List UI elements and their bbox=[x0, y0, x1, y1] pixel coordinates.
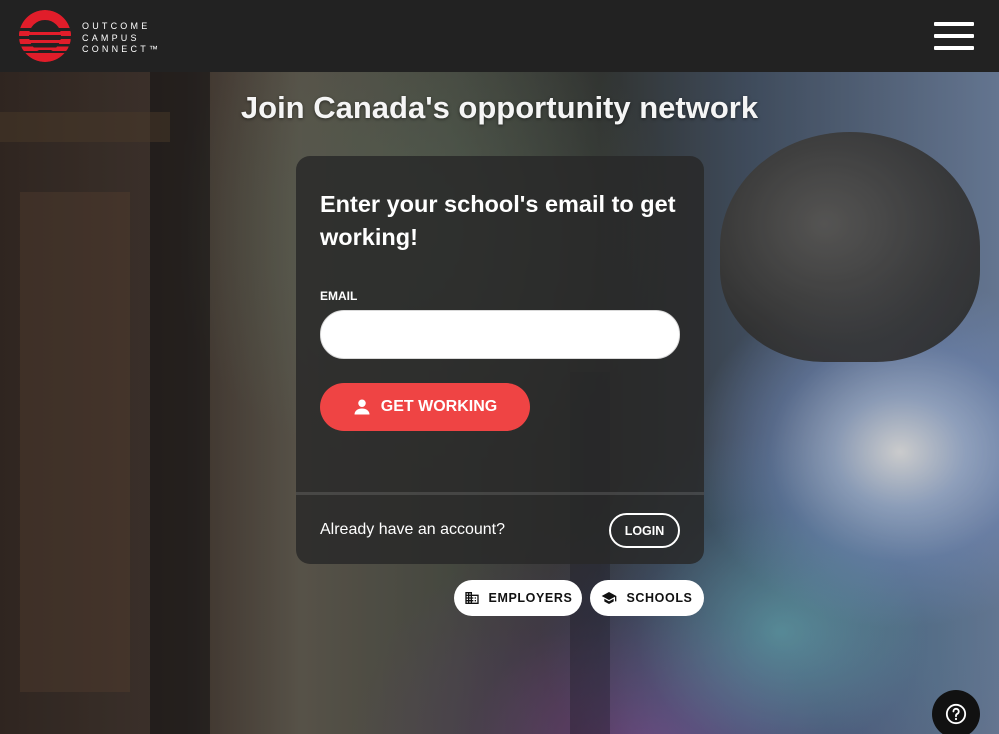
account-prompt-text: Already have an account? bbox=[320, 521, 506, 538]
person-icon bbox=[354, 399, 370, 415]
building-icon bbox=[464, 592, 479, 604]
signup-card: Enter your school's email to get working… bbox=[296, 156, 704, 564]
logo-line-1: OUTCOME bbox=[82, 21, 151, 31]
schools-button[interactable]: SCHOOLS bbox=[590, 580, 704, 616]
email-field[interactable] bbox=[320, 310, 680, 359]
email-field-label: EMAIL bbox=[320, 289, 358, 303]
card-divider bbox=[296, 492, 704, 495]
logo-wordmark: OUTCOME CAMPUS CONNECT™ bbox=[82, 21, 161, 56]
employers-button[interactable]: EMPLOYERS bbox=[454, 580, 582, 616]
get-working-label: GET WORKING bbox=[380, 398, 498, 415]
signup-card-title: Enter your school's email to get working… bbox=[320, 191, 676, 250]
logo-line-3: CONNECT™ bbox=[82, 44, 162, 54]
outcome-campus-connect-logo[interactable]: OUTCOME CAMPUS CONNECT™ bbox=[18, 10, 178, 64]
top-nav-bar: OUTCOME CAMPUS CONNECT™ bbox=[0, 0, 999, 72]
page-headline: Join Canada's opportunity network bbox=[240, 90, 759, 125]
schools-label: SCHOOLS bbox=[626, 591, 693, 605]
help-button[interactable] bbox=[932, 690, 980, 734]
graduation-cap-icon bbox=[602, 592, 617, 604]
logo-mark-icon bbox=[19, 10, 71, 62]
hamburger-menu-button[interactable] bbox=[934, 22, 974, 50]
get-working-button[interactable]: GET WORKING bbox=[320, 383, 530, 431]
employers-label: EMPLOYERS bbox=[488, 591, 573, 605]
help-question-icon bbox=[945, 703, 967, 725]
login-button[interactable]: LOGIN bbox=[609, 513, 680, 548]
logo-line-2: CAMPUS bbox=[82, 32, 140, 43]
